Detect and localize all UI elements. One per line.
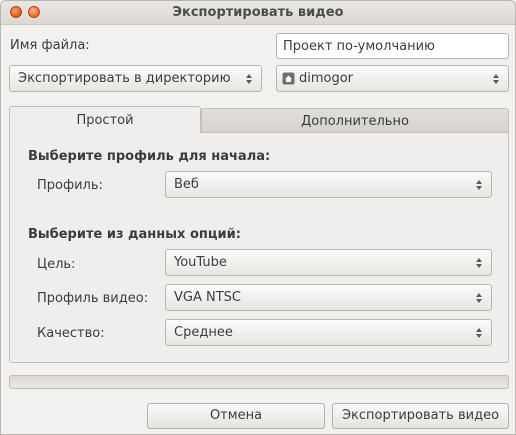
- target-label: Цель:: [37, 257, 76, 272]
- filename-input[interactable]: Проект по-умолчанию: [276, 33, 509, 59]
- video-profile-label: Профиль видео:: [37, 291, 149, 306]
- window-title: Экспортировать видео: [172, 5, 344, 20]
- updown-arrows-icon: [475, 257, 483, 268]
- directory-value: dimogor: [299, 71, 354, 86]
- video-profile-select[interactable]: VGA NTSC: [165, 284, 492, 311]
- export-progress-bar: [9, 375, 509, 389]
- title-bar: Экспортировать видео: [1, 1, 515, 25]
- target-select[interactable]: YouTube: [165, 249, 492, 276]
- video-profile-value: VGA NTSC: [174, 290, 241, 305]
- quality-value: Среднее: [174, 325, 233, 340]
- directory-select[interactable]: dimogor: [276, 65, 509, 92]
- updown-arrows-icon: [492, 73, 500, 84]
- quality-label: Качество:: [37, 326, 105, 341]
- export-video-dialog: Экспортировать видео Имя файла: Проект п…: [0, 0, 516, 435]
- updown-arrows-icon: [245, 73, 253, 84]
- export-video-button[interactable]: Экспортировать видео: [332, 403, 509, 429]
- cancel-button[interactable]: Отмена: [147, 403, 325, 429]
- updown-arrows-icon: [475, 179, 483, 190]
- export-mode-value: Экспортировать в директорию: [18, 71, 231, 86]
- tab-advanced[interactable]: Дополнительно: [201, 108, 509, 133]
- options-heading: Выберите из данных опций:: [28, 227, 241, 242]
- updown-arrows-icon: [475, 327, 483, 338]
- tab-simple[interactable]: Простой: [9, 106, 201, 133]
- start-profile-heading: Выберите профиль для начала:: [28, 149, 271, 164]
- filename-label: Имя файла:: [10, 38, 90, 53]
- quality-select[interactable]: Среднее: [165, 319, 492, 346]
- profile-value: Веб: [174, 177, 199, 192]
- profile-select[interactable]: Веб: [165, 171, 492, 198]
- home-folder-icon: [282, 72, 295, 85]
- profile-label: Профиль:: [37, 178, 103, 193]
- export-mode-select[interactable]: Экспортировать в директорию: [9, 65, 262, 92]
- updown-arrows-icon: [475, 292, 483, 303]
- target-value: YouTube: [174, 255, 227, 270]
